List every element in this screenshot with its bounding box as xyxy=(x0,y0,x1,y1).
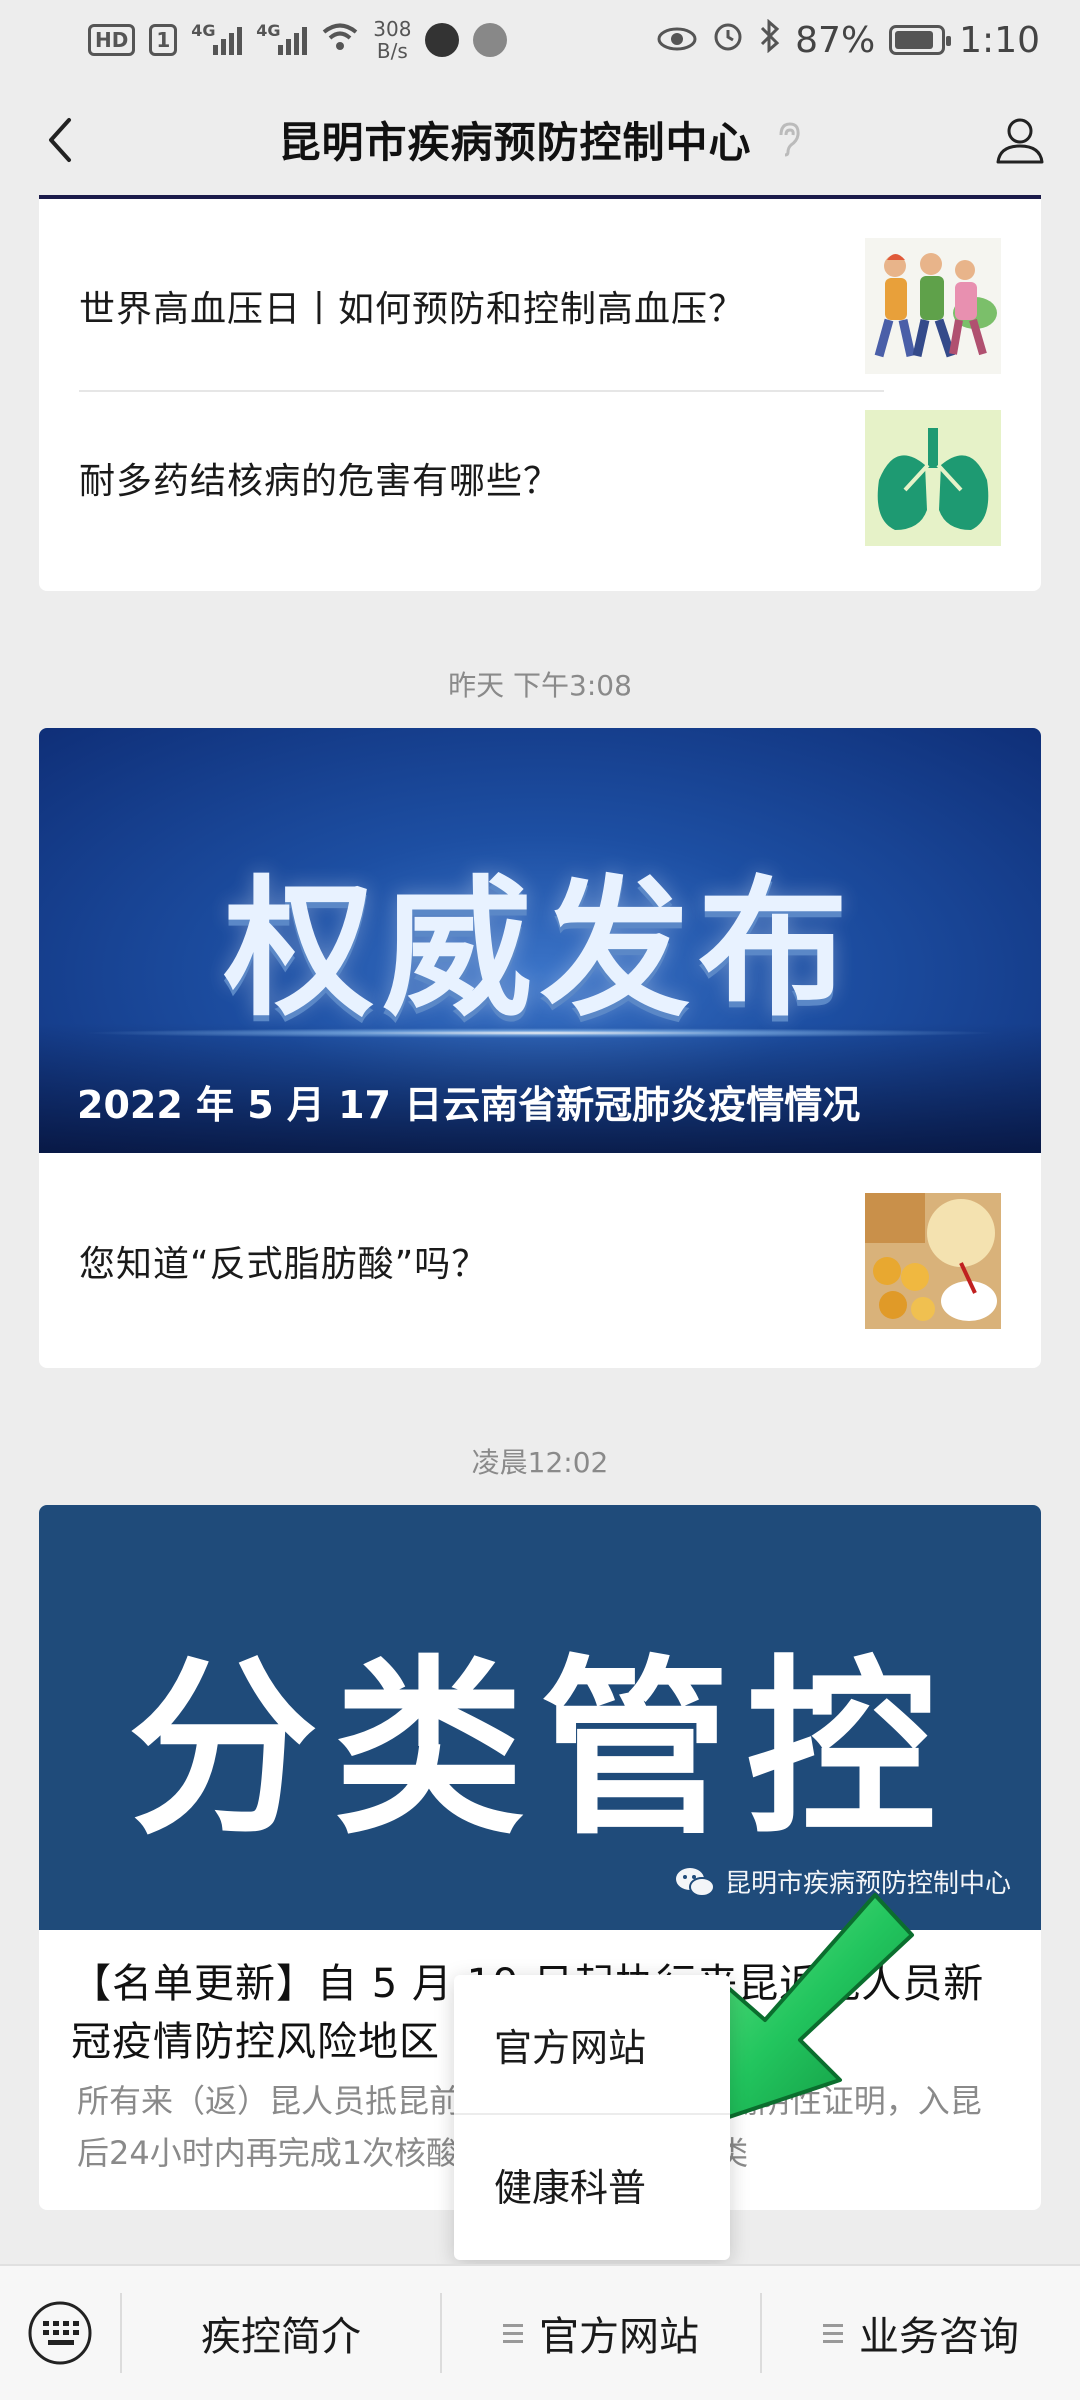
keyboard-icon xyxy=(28,2301,92,2365)
message-card-1: 世界高血压日丨如何预防和控制高血压？ 耐多药结核病的危害有哪些？ xyxy=(39,195,1041,591)
keyboard-toggle-button[interactable] xyxy=(0,2266,120,2400)
card-top-border xyxy=(39,195,1041,199)
status-left: HD 1 4G 4G 308 B/s xyxy=(88,17,508,63)
banner-headline: 分类管控 xyxy=(127,1639,952,1860)
announcement-banner[interactable]: 权威发布 2022 年 5 月 17 日云南省新冠肺炎疫情情况 xyxy=(39,728,1041,1153)
alarm-icon xyxy=(711,19,745,62)
bottom-menu-bar: 疾控简介 官方网站 业务咨询 xyxy=(0,2264,1080,2400)
walking-people-thumbnail xyxy=(865,238,1001,374)
article-row[interactable]: 世界高血压日丨如何预防和控制高血压？ xyxy=(79,238,1001,374)
menu-cdc-intro[interactable]: 疾控简介 xyxy=(122,2266,440,2400)
timestamp: 凌晨12:02 xyxy=(471,1446,609,1479)
signal-icon: 4G xyxy=(191,21,243,55)
banner-headline: 权威发布 xyxy=(223,863,856,1037)
submenu-lines-icon xyxy=(823,2323,843,2343)
back-button[interactable] xyxy=(30,110,90,170)
menu-label: 业务咨询 xyxy=(859,2314,1019,2360)
article-title: 您知道“反式脂肪酸”吗？ xyxy=(79,1244,489,1285)
battery-icon xyxy=(889,25,952,55)
submenu-lines-icon xyxy=(503,2323,523,2343)
clock: 1:10 xyxy=(959,19,1040,61)
bluetooth-icon xyxy=(759,18,781,62)
classification-banner[interactable]: 分类管控 昆明市疾病预防控制中心 xyxy=(39,1505,1041,1930)
article-title: 耐多药结核病的危害有哪些？ xyxy=(79,461,561,502)
menu-business-consultation[interactable]: 业务咨询 xyxy=(762,2266,1080,2400)
qq-icon xyxy=(425,23,460,57)
banner-caption: 2022 年 5 月 17 日云南省新冠肺炎疫情情况 xyxy=(77,1083,861,1127)
battery-percent: 87% xyxy=(795,19,876,61)
chevron-left-icon xyxy=(49,118,71,162)
user-icon xyxy=(996,118,1044,164)
sim-badge: 1 xyxy=(149,24,178,56)
article-title: 世界高血压日丨如何预防和控制高血压？ xyxy=(79,289,746,330)
article-row[interactable]: 耐多药结核病的危害有哪些？ xyxy=(79,410,1001,546)
network-speed: 308 B/s xyxy=(373,17,412,63)
hd-badge: HD xyxy=(88,24,136,56)
eye-icon xyxy=(657,20,697,61)
food-thumbnail xyxy=(865,1193,1001,1329)
article-row[interactable]: 您知道“反式脂肪酸”吗？ xyxy=(79,1193,1001,1329)
wifi-icon xyxy=(321,20,359,61)
article-divider xyxy=(79,390,884,392)
submenu-popup: 官方网站 健康科普 xyxy=(454,1975,730,2260)
menu-official-website[interactable]: 官方网站 xyxy=(442,2266,760,2400)
watermark-text: 昆明市疾病预防控制中心 xyxy=(724,1869,1011,1899)
wechat-icon xyxy=(675,1867,715,1897)
ear-icon[interactable] xyxy=(776,121,802,157)
menu-label: 官方网站 xyxy=(539,2314,699,2360)
submenu-official-website[interactable]: 官方网站 xyxy=(454,1975,730,2113)
status-bar: HD 1 4G 4G 308 B/s 87% 1:10 xyxy=(0,0,1080,80)
signal-icon-2: 4G xyxy=(256,21,308,55)
profile-button[interactable] xyxy=(988,108,1052,172)
submenu-health-education[interactable]: 健康科普 xyxy=(454,2115,730,2253)
message-card-2[interactable]: 权威发布 2022 年 5 月 17 日云南省新冠肺炎疫情情况 您知道“反式脂肪… xyxy=(39,728,1041,1368)
lungs-thumbnail xyxy=(865,410,1001,546)
page-title: 昆明市疾病预防控制中心 xyxy=(278,117,752,167)
account-watermark: 昆明市疾病预防控制中心 xyxy=(675,1863,1011,1900)
audio-icon xyxy=(473,23,508,57)
timestamp: 昨天 下午3:08 xyxy=(448,669,632,702)
nav-bar: 昆明市疾病预防控制中心 xyxy=(0,80,1080,198)
menu-label: 疾控简介 xyxy=(201,2314,361,2360)
status-right: 87% 1:10 xyxy=(657,18,1040,62)
